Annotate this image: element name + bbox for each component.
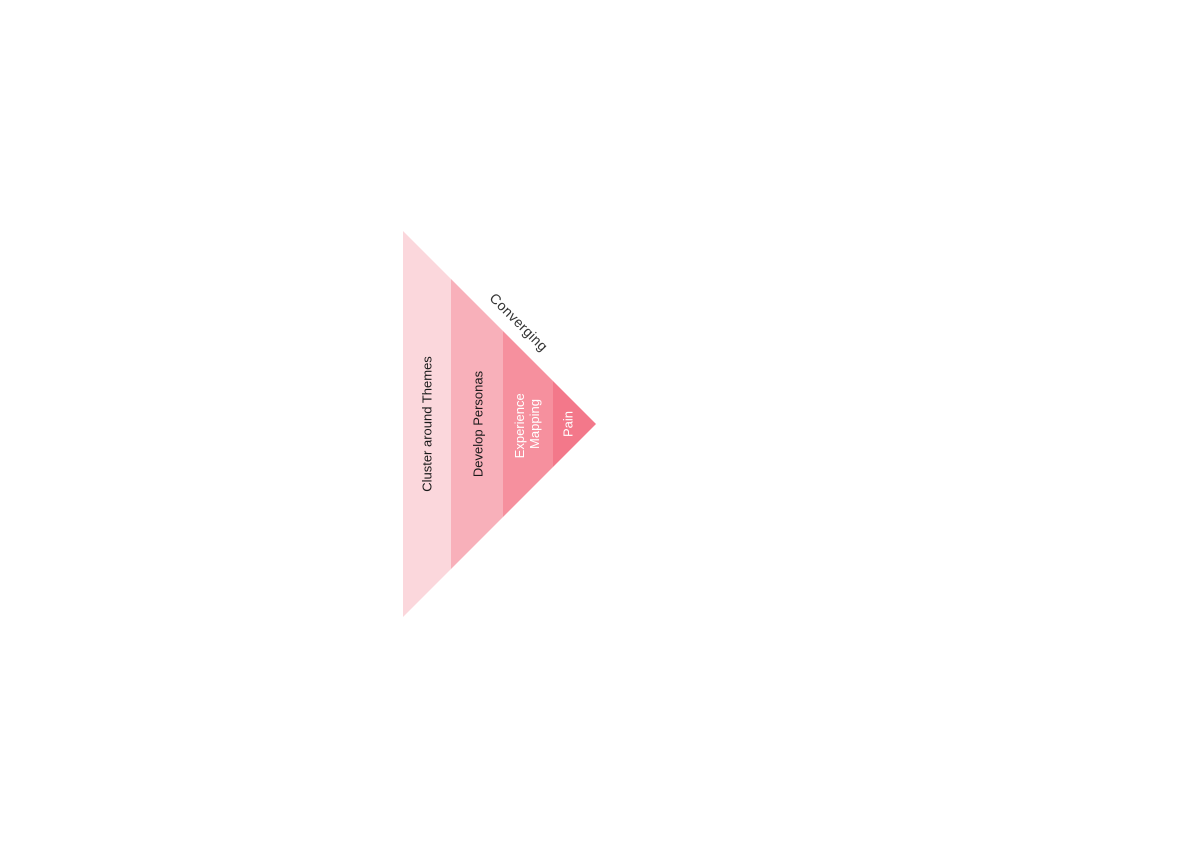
stage-label-personas: Develop Personas [470,370,485,477]
stage-label-experience-line-2: Mapping [527,399,542,449]
stage-label-experience-line-1: Experience [512,393,527,458]
stage-label-experience-mapping: Experience Mapping [512,390,542,459]
stage-label-pain: Pain [560,411,575,437]
converging-funnel-diagram: Cluster around Themes Develop Personas E… [403,231,596,617]
stage-label-cluster: Cluster around Themes [419,356,434,492]
